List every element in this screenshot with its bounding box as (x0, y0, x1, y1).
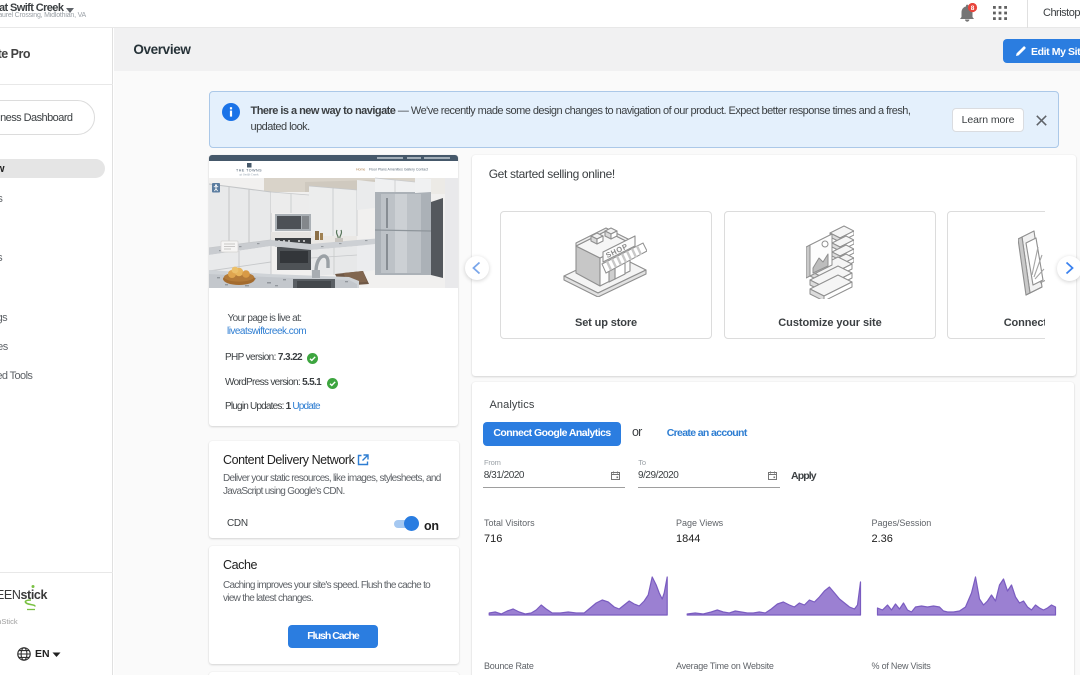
svg-text:Home: Home (356, 168, 365, 172)
svg-text:at Swift Creek: at Swift Creek (239, 173, 259, 177)
svg-text:Floor Plans Amenities Gall: Floor Plans Amenities Gallery Contact (369, 168, 428, 172)
svg-text:8: 8 (971, 5, 975, 12)
